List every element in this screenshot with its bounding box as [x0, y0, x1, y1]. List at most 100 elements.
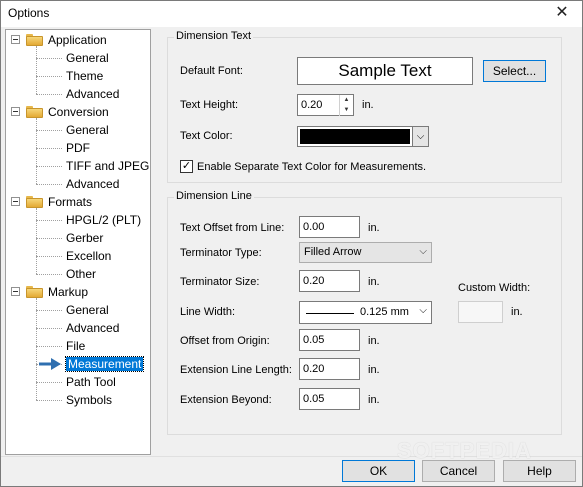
folder-body	[26, 36, 43, 46]
tree-item-excellon[interactable]: Excellon	[66, 247, 111, 265]
line-width-select[interactable]: 0.125 mm ⌵	[299, 301, 432, 324]
terminator-type-select[interactable]: Filled Arrow ⌵	[299, 242, 432, 263]
text-offset-line-input[interactable]: 0.00	[299, 216, 360, 238]
tree-item-label: TIFF and JPEG	[66, 159, 150, 173]
close-icon[interactable]: ✕	[542, 1, 582, 27]
extension-beyond-label: Extension Beyond:	[180, 394, 272, 406]
tree-item-label: Advanced	[66, 177, 120, 191]
ok-button[interactable]: OK	[342, 460, 415, 482]
text-offset-line-label: Text Offset from Line:	[180, 222, 285, 234]
tree-item-label: HPGL/2 (PLT)	[66, 213, 142, 227]
tree-connector	[36, 208, 37, 274]
terminator-type-value: Filled Arrow	[304, 246, 362, 258]
tree-item-label: Other	[66, 267, 97, 281]
tree-item-gerber[interactable]: Gerber	[66, 229, 103, 247]
tree-connector	[36, 118, 37, 184]
offset-origin-label: Offset from Origin:	[180, 335, 270, 347]
collapse-icon[interactable]	[11, 287, 20, 296]
terminator-size-input[interactable]: 0.20	[299, 270, 360, 292]
options-tree[interactable]: Application General Theme Advanced Conversio…	[5, 29, 151, 455]
chevron-down-icon[interactable]: ⌵	[412, 127, 428, 146]
tree-connector	[36, 130, 62, 131]
tree-item-symbols[interactable]: Symbols	[66, 391, 112, 409]
text-height-unit: in.	[362, 99, 374, 111]
collapse-icon[interactable]	[11, 197, 20, 206]
tree-group-formats[interactable]: Formats	[48, 193, 92, 211]
folder-icon	[26, 34, 43, 46]
tree-group-label: Formats	[48, 195, 93, 209]
tree-connector	[36, 400, 62, 401]
tree-item-theme[interactable]: Theme	[66, 67, 103, 85]
separate-color-checkbox[interactable]: ✓	[180, 160, 193, 173]
terminator-size-label: Terminator Size:	[180, 276, 260, 288]
folder-icon	[26, 286, 43, 298]
text-height-value: 0.20	[301, 99, 323, 111]
tree-connector	[36, 220, 62, 221]
select-font-button[interactable]: Select...	[483, 60, 546, 82]
tree-connector	[36, 328, 62, 329]
tree-connector	[36, 256, 62, 257]
tree-connector	[36, 184, 62, 185]
window-title: Options	[8, 6, 50, 20]
sample-text-preview: Sample Text	[297, 57, 473, 85]
extension-beyond-input[interactable]: 0.05	[299, 388, 360, 410]
spin-down-icon[interactable]: ▼	[340, 105, 353, 115]
extension-length-input[interactable]: 0.20	[299, 358, 360, 380]
tree-connector	[36, 346, 62, 347]
tree-item-advanced[interactable]: Advanced	[66, 319, 119, 337]
tree-item-label: PDF	[66, 141, 90, 155]
tree-item-advanced[interactable]: Advanced	[66, 175, 119, 193]
tree-item-general[interactable]: General	[66, 121, 109, 139]
tree-item-path-tool[interactable]: Path Tool	[66, 373, 116, 391]
tree-group-conversion[interactable]: Conversion	[48, 103, 109, 121]
tree-item-pdf[interactable]: PDF	[66, 139, 90, 157]
tree-item-general[interactable]: General	[66, 49, 109, 67]
tree-item-label: General	[66, 51, 109, 65]
tree-item-label: Theme	[66, 69, 104, 83]
options-dialog: Options ✕ Application General Theme Advance…	[0, 0, 583, 487]
tree-item-tiff-and-jpeg[interactable]: TIFF and JPEG	[66, 157, 149, 175]
tree-group-application[interactable]: Application	[48, 31, 107, 49]
tree-item-advanced[interactable]: Advanced	[66, 85, 119, 103]
text-color-swatch	[300, 129, 410, 144]
folder-body	[26, 198, 43, 208]
collapse-icon[interactable]	[11, 107, 20, 116]
tree-group-markup[interactable]: Markup	[48, 283, 88, 301]
help-button[interactable]: Help	[503, 460, 576, 482]
tree-item-file[interactable]: File	[66, 337, 85, 355]
tree-connector	[36, 310, 62, 311]
text-height-input[interactable]: 0.20 ▲ ▼	[297, 94, 354, 116]
tree-item-label: Symbols	[66, 393, 113, 407]
text-height-label: Text Height:	[180, 99, 239, 111]
terminator-size-unit: in.	[368, 276, 380, 288]
tree-connector	[36, 76, 62, 77]
text-color-combo[interactable]: ⌵	[297, 126, 429, 147]
custom-width-input	[458, 301, 503, 323]
custom-width-label: Custom Width:	[458, 282, 531, 294]
extension-length-unit: in.	[368, 364, 380, 376]
default-font-label: Default Font:	[180, 65, 243, 77]
extension-length-label: Extension Line Length:	[180, 364, 292, 376]
tree-connector	[36, 148, 62, 149]
tree-item-other[interactable]: Other	[66, 265, 96, 283]
tree-connector	[36, 382, 62, 383]
offset-origin-input[interactable]: 0.05	[299, 329, 360, 351]
dimension-line-group-label: Dimension Line	[174, 190, 254, 202]
separate-color-label: Enable Separate Text Color for Measureme…	[197, 161, 427, 173]
tree-item-label: Advanced	[66, 87, 120, 101]
tree-item-label: File	[66, 339, 86, 353]
tree-item-hpgl-2-plt-[interactable]: HPGL/2 (PLT)	[66, 211, 141, 229]
collapse-icon[interactable]	[11, 35, 20, 44]
extension-beyond-unit: in.	[368, 394, 380, 406]
tree-connector	[36, 274, 62, 275]
tree-item-measurement[interactable]: Measurement	[64, 355, 145, 373]
tree-item-label: General	[66, 303, 109, 317]
text-height-spinner[interactable]: ▲ ▼	[339, 95, 353, 116]
dimension-text-group-label: Dimension Text	[174, 30, 253, 42]
tree-item-label: Advanced	[66, 321, 120, 335]
cancel-button[interactable]: Cancel	[422, 460, 495, 482]
spin-up-icon[interactable]: ▲	[340, 95, 353, 105]
line-width-sample-line	[306, 313, 354, 314]
tree-item-general[interactable]: General	[66, 301, 109, 319]
tree-group-label: Markup	[48, 285, 89, 299]
